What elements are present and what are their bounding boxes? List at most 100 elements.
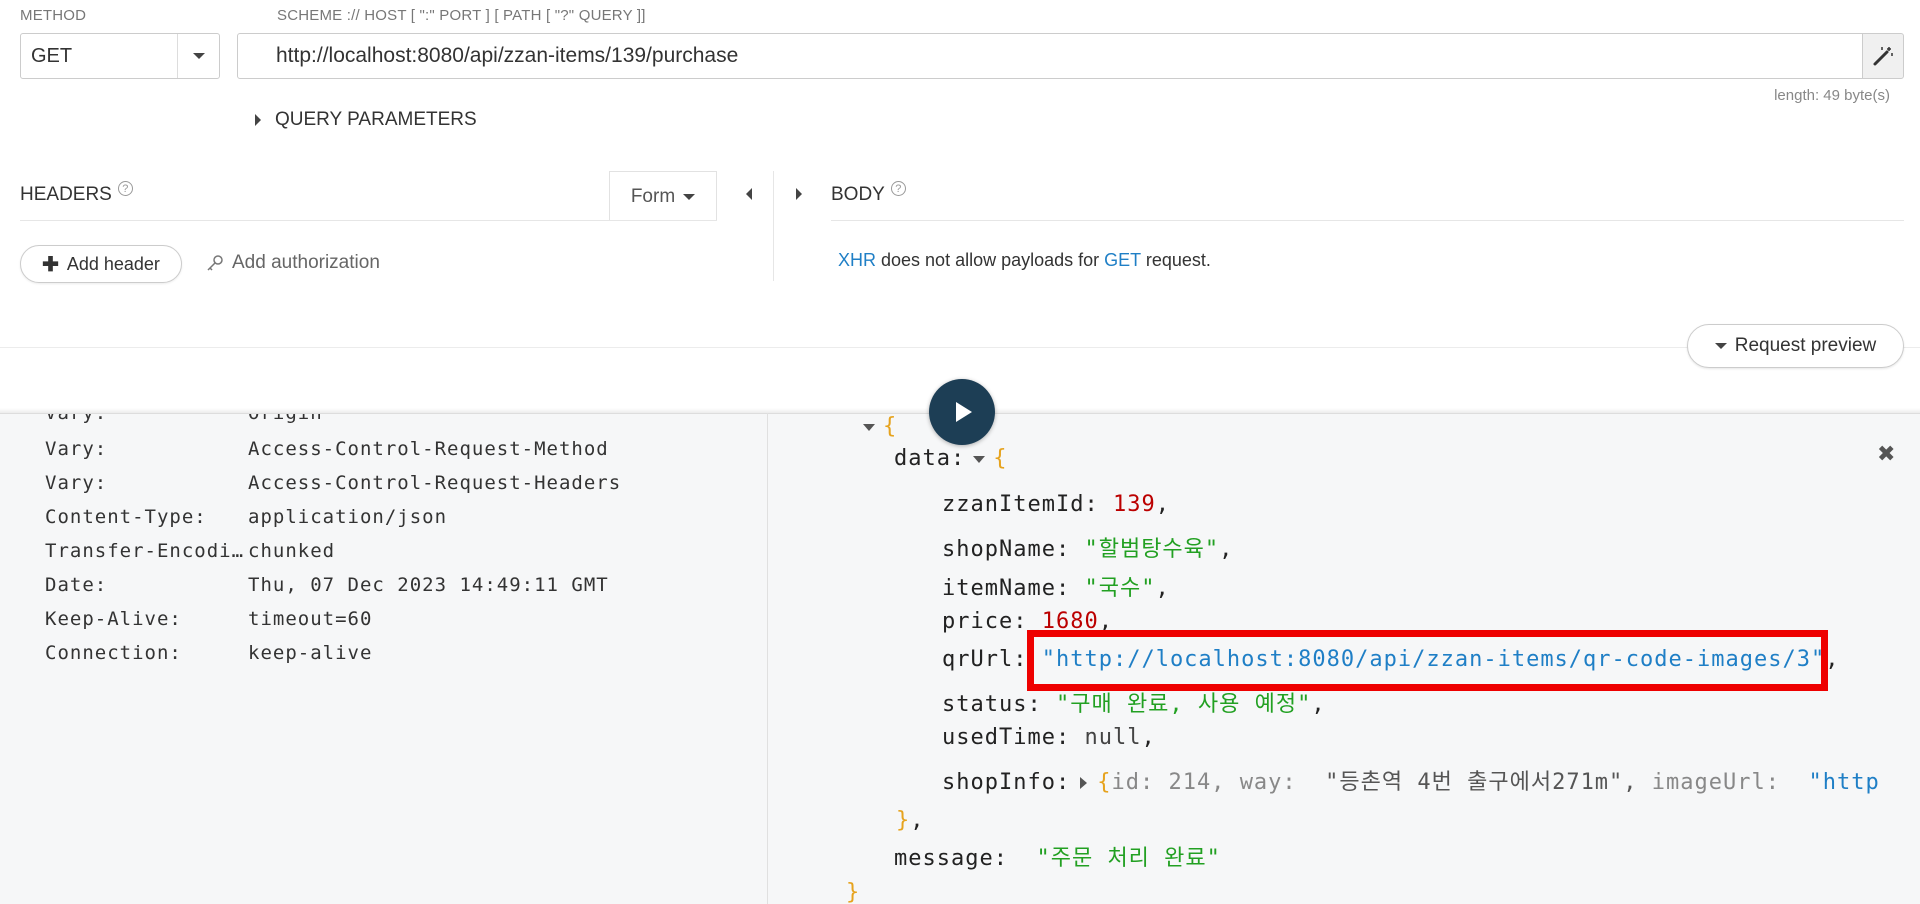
add-header-button[interactable]: ✚ Add header: [20, 245, 182, 283]
json-brace: {: [1097, 770, 1112, 795]
json-key: shopName:: [942, 537, 1071, 562]
collapse-data-toggle[interactable]: [973, 455, 986, 463]
json-string: "구매 완료, 사용 예정": [1055, 692, 1312, 717]
json-key: qrUrl:: [942, 647, 1028, 672]
json-comma: ,: [1155, 492, 1170, 517]
json-comma: ,: [1219, 537, 1234, 562]
header-value: Thu, 07 Dec 2023 14:49:11 GMT: [248, 574, 609, 596]
panel-divider: [773, 171, 774, 281]
header-value: keep-alive: [248, 642, 373, 664]
header-value: Access-Control-Request-Headers: [248, 472, 622, 494]
get-link[interactable]: GET: [1104, 250, 1141, 270]
json-preview-id: id: 214,: [1111, 770, 1226, 795]
method-select[interactable]: GET: [20, 33, 220, 79]
json-line-itemName: itemName: "국수",: [942, 570, 1170, 602]
request-preview-button[interactable]: Request preview: [1687, 324, 1904, 368]
caret-right-icon: [255, 114, 261, 126]
plus-icon: ✚: [42, 253, 59, 276]
response-header-row: Keep-Alive: timeout=60: [45, 608, 372, 630]
response-header-row: Vary: Access-Control-Request-Headers: [45, 472, 621, 494]
query-parameters-toggle[interactable]: QUERY PARAMETERS: [255, 109, 477, 131]
method-dropdown-toggle[interactable]: [177, 34, 219, 78]
json-data-close-line: },: [896, 808, 925, 833]
request-preview-label: Request preview: [1734, 335, 1877, 356]
chevron-down-icon: [192, 53, 205, 59]
help-icon[interactable]: ?: [890, 181, 906, 196]
json-comma: ,: [910, 808, 925, 833]
add-authorization-label: Add authorization: [232, 252, 380, 273]
method-label: METHOD: [20, 7, 87, 24]
method-value: GET: [31, 45, 73, 67]
header-key: Transfer-Encodin…: [45, 540, 248, 562]
json-comma: ,: [1311, 692, 1326, 717]
body-note: XHR does not allow payloads for GET requ…: [838, 250, 1211, 271]
header-key: Connection:: [45, 642, 182, 664]
close-icon[interactable]: ✖: [1877, 441, 1895, 467]
expand-shopInfo-toggle[interactable]: [1080, 777, 1088, 789]
json-data-open-brace: {: [993, 446, 1008, 471]
json-comma: ,: [1141, 725, 1156, 750]
magic-wand-icon: [1873, 47, 1893, 66]
response-header-row: Content-Type: application/json: [45, 506, 447, 528]
json-string: "할범탕수육": [1084, 537, 1220, 562]
url-input[interactable]: [237, 33, 1863, 79]
json-preview-string: "등촌역 4번 출구에서271m",: [1325, 770, 1638, 795]
headers-form-toggle[interactable]: Form: [609, 171, 717, 221]
collapse-root-toggle[interactable]: [863, 423, 875, 431]
url-length: length: 49 byte(s): [1774, 87, 1890, 104]
highlight-annotation-box: [1027, 630, 1828, 691]
json-key: zzanItemId:: [942, 492, 1099, 517]
body-title-text: BODY: [831, 184, 885, 205]
header-value: Access-Control-Request-Method: [248, 438, 609, 460]
json-data-close-brace: }: [896, 808, 911, 833]
json-null: null: [1084, 725, 1142, 750]
collapse-headers-button[interactable]: [746, 187, 752, 205]
json-data-line: data: {: [894, 446, 1007, 471]
json-string: "국수": [1084, 576, 1156, 601]
json-comma: ,: [1155, 576, 1170, 601]
header-value: application/json: [248, 506, 448, 528]
help-icon[interactable]: ?: [117, 181, 133, 196]
json-preview-key: imageUrl:: [1651, 770, 1781, 795]
key-icon: [207, 255, 223, 271]
response-header-row: Vary: Origin: [45, 413, 323, 424]
response-header-row: Connection: keep-alive: [45, 642, 372, 664]
send-request-button[interactable]: [929, 379, 995, 445]
body-divider: [831, 220, 1904, 221]
header-value: Origin: [248, 413, 323, 424]
json-key: itemName:: [942, 576, 1071, 601]
headers-title: HEADERS ?: [20, 181, 133, 206]
json-open-brace: {: [883, 414, 898, 439]
json-string: "주문 처리 완료": [1036, 846, 1221, 871]
response-panel-divider: [767, 413, 768, 904]
json-line-message: message: "주문 처리 완료": [894, 840, 1221, 872]
caret-left-icon: [746, 188, 752, 200]
response-header-row: Date: Thu, 07 Dec 2023 14:49:11 GMT: [45, 574, 609, 596]
json-number: 139: [1112, 492, 1156, 517]
header-value: chunked: [248, 540, 336, 562]
response-header-row: Transfer-Encodin… chunked: [45, 540, 335, 562]
json-line-zzanItemId: zzanItemId: 139,: [942, 492, 1170, 517]
header-value: timeout=60: [248, 608, 373, 630]
url-magic-button[interactable]: [1862, 33, 1904, 79]
add-authorization-link[interactable]: Add authorization: [206, 252, 380, 274]
json-key: price:: [942, 609, 1028, 634]
query-parameters-label: QUERY PARAMETERS: [275, 109, 477, 130]
play-icon: [956, 402, 972, 422]
chevron-down-icon: [683, 193, 696, 200]
json-line-shopName: shopName: "할범탕수육",: [942, 531, 1233, 563]
expand-body-button[interactable]: [796, 187, 802, 205]
json-key: usedTime:: [942, 725, 1071, 750]
body-note-end: request.: [1140, 250, 1211, 270]
headers-divider: [20, 220, 717, 221]
section-rule: [0, 347, 1920, 348]
json-key-data: data:: [894, 446, 966, 471]
json-line-shopInfo: shopInfo: {id: 214, way: "등촌역 4번 출구에서271m…: [942, 764, 1880, 796]
json-key: shopInfo:: [942, 770, 1071, 795]
response-header-row: Vary: Access-Control-Request-Method: [45, 438, 609, 460]
body-title: BODY ?: [831, 181, 906, 206]
header-key: Vary:: [45, 413, 108, 424]
header-key: Content-Type:: [45, 506, 207, 528]
xhr-link[interactable]: XHR: [838, 250, 876, 270]
header-key: Vary:: [45, 438, 108, 460]
